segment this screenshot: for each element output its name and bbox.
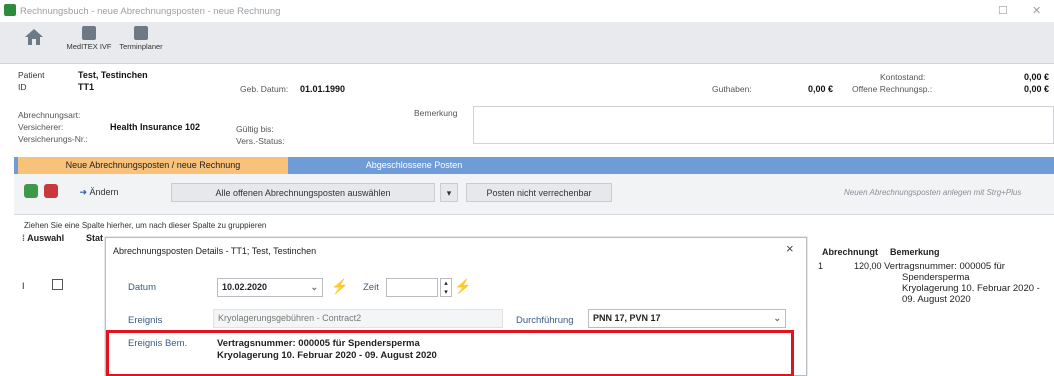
meditex-ivf-button[interactable]: MedITEX IVF <box>64 26 114 51</box>
zeit-label: Zeit <box>363 282 379 293</box>
delete-icon[interactable] <box>44 184 58 198</box>
close-icon[interactable]: ✕ <box>1032 4 1041 17</box>
guthaben-label: Guthaben: <box>712 84 752 94</box>
not-billable-button[interactable]: Posten nicht verrechenbar <box>466 183 612 202</box>
bemerkung-label: Bemerkung <box>414 108 458 118</box>
datum-input[interactable]: 10.02.2020 ⌄ <box>217 278 323 297</box>
tab-abgeschlossene-posten[interactable]: Abgeschlossene Posten <box>344 157 484 174</box>
chevron-down-icon: ⌄ <box>773 313 781 323</box>
lightning-icon[interactable]: ⚡ <box>454 278 471 295</box>
aendern-label: Ändern <box>89 187 119 197</box>
group-hint: Ziehen Sie eine Spalte hierher, um nach … <box>24 221 267 230</box>
ereignis-label: Ereignis <box>128 315 163 326</box>
select-all-button[interactable]: Alle offenen Abrechnungsposten auswählen <box>171 183 435 202</box>
window-titlebar: Rechnungsbuch - neue Abrechnungsposten -… <box>0 0 1054 22</box>
ereignis-field: Kryolagerungsgebühren - Contract2 <box>213 309 503 328</box>
add-icon[interactable] <box>24 184 38 198</box>
highlight-box <box>106 330 794 376</box>
home-button[interactable] <box>18 27 50 49</box>
select-all-dropdown[interactable]: ▾ <box>440 183 458 202</box>
row-bem-line1: Vertragsnummer: 000005 für <box>884 261 1005 272</box>
status-label: Vers.-Status: <box>236 136 285 146</box>
action-bar: ➜ Ändern Alle offenen Abrechnungsposten … <box>14 174 1054 214</box>
row-bem-line2: Spendersperma <box>902 272 970 283</box>
durchfuehrung-select[interactable]: PNN 17, PVN 17 ⌄ <box>588 309 786 328</box>
col-auswahl[interactable]: ⁞ Auswahl <box>22 233 64 243</box>
row-bem-line4: 09. August 2020 <box>902 294 971 305</box>
dialog-title: Abrechnungsposten Details - TT1; Test, T… <box>113 246 317 256</box>
datum-value: 10.02.2020 <box>222 282 268 292</box>
dob-label: Geb. Datum: <box>240 84 289 94</box>
durchfuehrung-value: PNN 17, PVN 17 <box>593 313 661 323</box>
col-abrechnung[interactable]: Abrechnungt <box>822 247 878 257</box>
dob-value: 01.01.1990 <box>300 84 346 94</box>
edit-icon: ➜ <box>79 187 87 197</box>
patient-label: Patient <box>18 70 45 80</box>
tab-bar: Neue Abrechnungsposten / neue Rechnung A… <box>14 157 1054 174</box>
offene-value: 0,00 € <box>1024 84 1050 94</box>
zeit-input[interactable] <box>386 278 438 297</box>
main-toolbar: MedITEX IVF Terminplaner <box>0 22 1054 64</box>
col-auswahl-label: Auswahl <box>27 233 65 243</box>
patient-id: TT1 <box>78 82 95 92</box>
id-label: ID <box>18 82 27 92</box>
col-bemerkung[interactable]: Bemerkung <box>890 247 940 257</box>
row-checkbox[interactable] <box>52 279 63 290</box>
maximize-icon[interactable]: ☐ <box>998 4 1008 17</box>
offene-label: Offene Rechnungsp.: <box>852 84 933 94</box>
versicherer-label: Versicherer: <box>18 122 64 132</box>
gueltig-label: Gültig bis: <box>236 124 274 134</box>
lightning-icon[interactable]: ⚡ <box>331 278 348 295</box>
terminplaner-button[interactable]: Terminplaner <box>116 26 166 51</box>
row-amount: 120,00 <box>854 261 882 271</box>
bemerkung-field[interactable] <box>473 106 1054 144</box>
versicherer-value: Health Insurance 102 <box>110 122 201 132</box>
versicherungs-nr-label: Versicherungs-Nr.: <box>18 134 88 144</box>
column-handle-icon: ⁞ <box>22 233 25 243</box>
col-stat[interactable]: Stat <box>86 233 103 243</box>
datum-label: Datum <box>128 282 156 293</box>
tab-neue-abrechnungsposten[interactable]: Neue Abrechnungsposten / neue Rechnung <box>18 157 288 174</box>
home-icon <box>25 29 43 45</box>
chevron-down-icon: ▾ <box>446 188 452 198</box>
shortcut-hint: Neuen Abrechnungsposten anlegen mit Strg… <box>844 188 1022 197</box>
window-title: Rechnungsbuch - neue Abrechnungsposten -… <box>20 6 281 17</box>
chevron-down-icon: ⌄ <box>310 282 318 292</box>
abrechnungsart-label: Abrechnungsart: <box>18 110 81 120</box>
kontostand-label: Kontostand: <box>880 72 926 82</box>
kontostand-value: 0,00 € <box>1024 72 1050 82</box>
row-bemerkung: Vertragsnummer: 000005 für Spendersperma… <box>884 261 1054 305</box>
row-marker: I <box>22 281 25 291</box>
calendar-icon <box>134 26 148 40</box>
durchfuehrung-label: Durchführung <box>516 315 574 326</box>
meditex-label: MedITEX IVF <box>66 42 112 51</box>
terminplaner-label: Terminplaner <box>119 42 163 51</box>
row-bem-line3: Kryolagerung 10. Februar 2020 - <box>902 283 1040 294</box>
app-icon <box>4 4 16 16</box>
meditex-icon <box>82 26 96 40</box>
row-count: 1 <box>818 261 824 271</box>
patient-name: Test, Testinchen <box>78 70 148 80</box>
guthaben-value: 0,00 € <box>808 84 834 94</box>
zeit-spinner[interactable]: ▴ ▾ <box>440 278 452 297</box>
aendern-button[interactable]: ➜ Ändern <box>64 183 134 202</box>
dialog-close-icon[interactable]: × <box>786 241 794 256</box>
